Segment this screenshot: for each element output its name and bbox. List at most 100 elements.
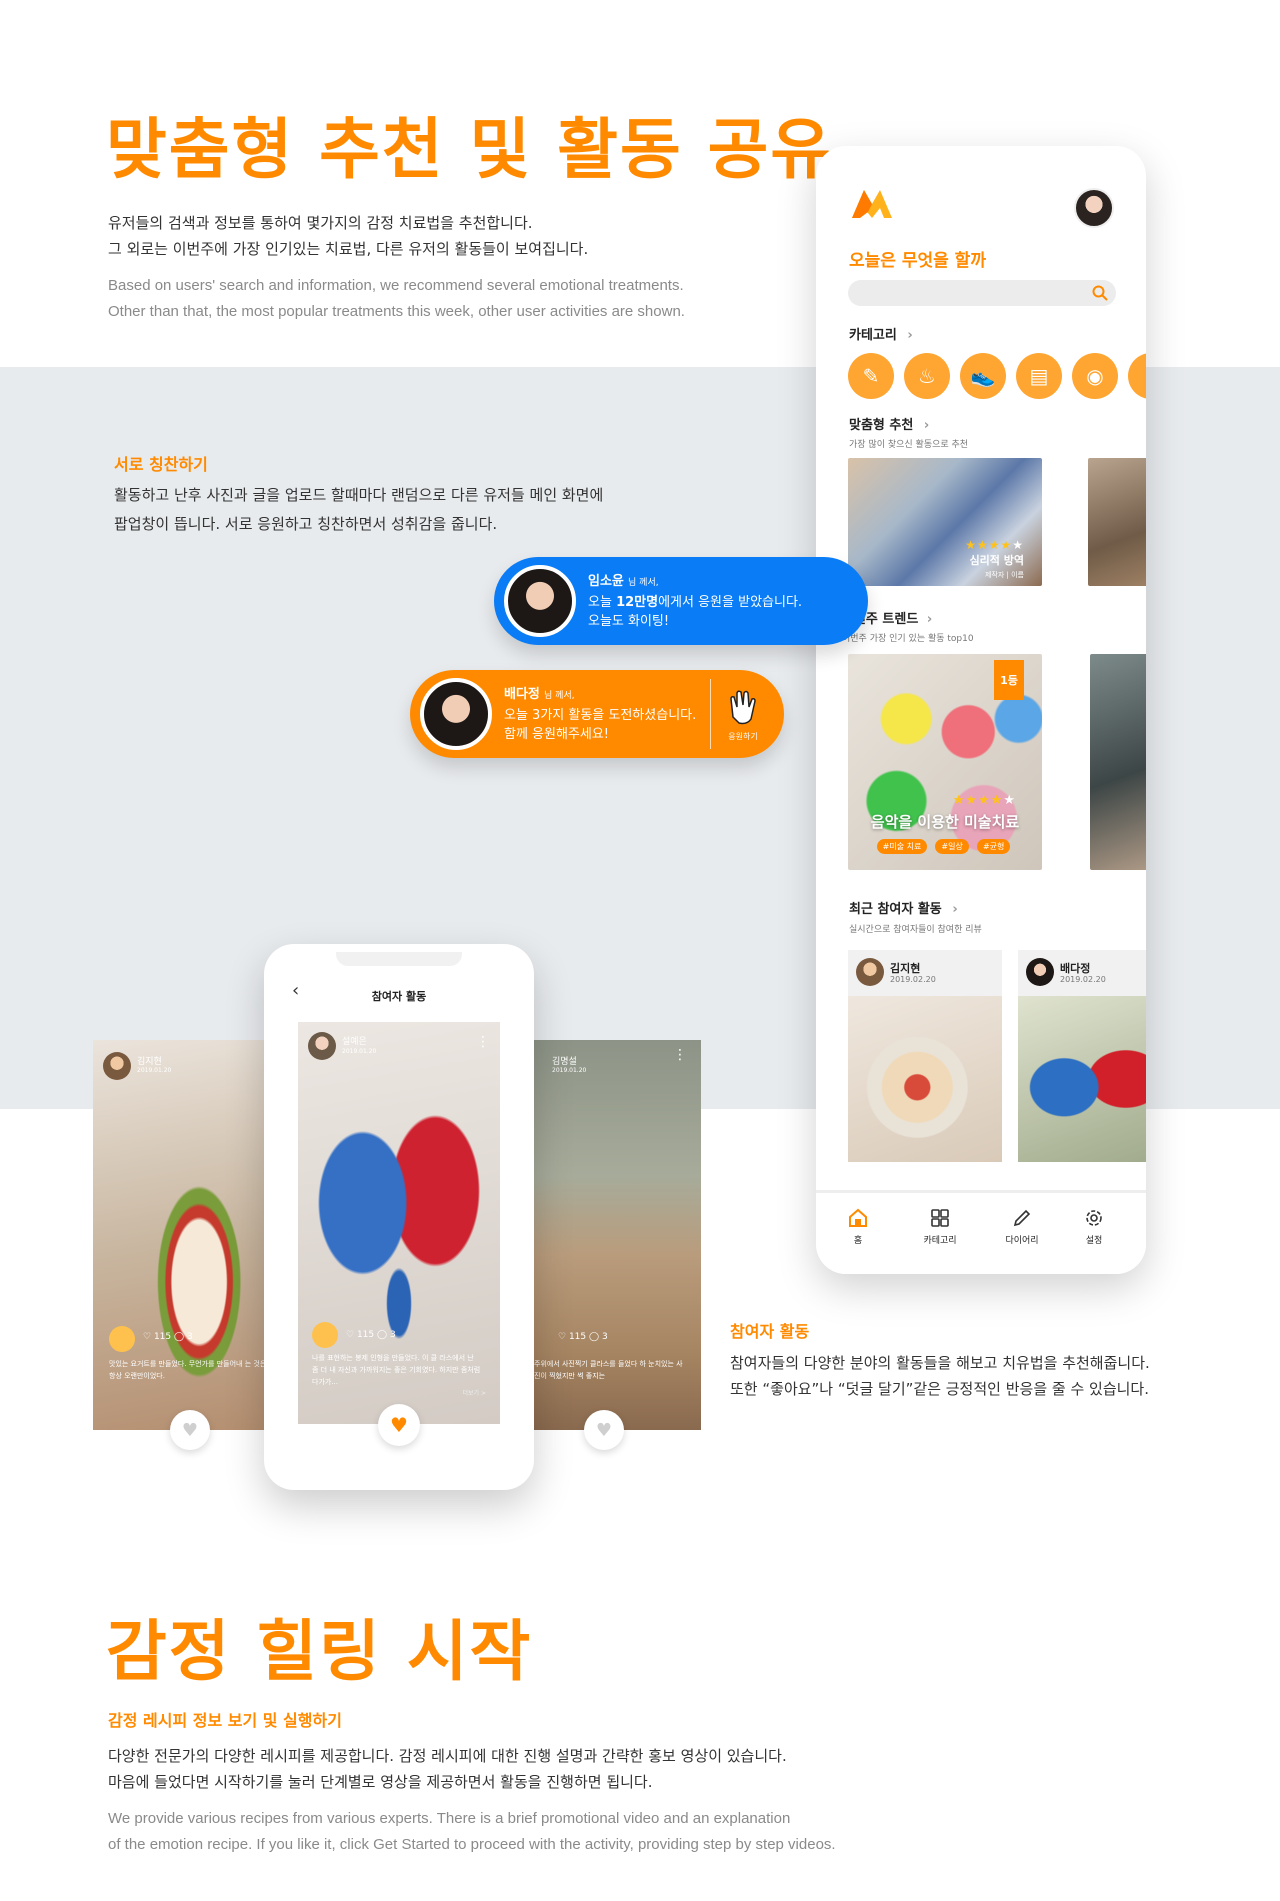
nav-category[interactable]: 카테고리 [912,1207,968,1246]
clap-hands-icon [730,689,756,724]
tag-chip[interactable]: #일상 [935,839,969,854]
desc-line: 또한 “좋아요”나 “덧글 달기”같은 긍정적인 반응을 줄 수 있습니다. [730,1380,1149,1398]
user-name: 김명설 [552,1057,577,1067]
feed-card-right[interactable]: 김명설 2019.01.20 ⋮ ♡ 115 ◯ 3 주위에서 사진찍기 클라스… [508,1040,701,1430]
popup-text: 오늘도 화이팅! [588,613,670,629]
tag-chip[interactable]: #미술 치료 [876,839,928,854]
comment-count: 3 [601,1332,608,1342]
feed-card-center[interactable]: 설예은 2019.01.20 ⋮ ♡ 115 ◯ 3 나를 표현하는 봉제 인형… [298,1022,500,1424]
chevron-right-icon: › [907,328,913,343]
cheer-popup-blue[interactable]: 임소윤 님 께서, 오늘 12만명에게서 응원을 받았습니다. 오늘도 화이팅! [494,557,868,645]
recent-photo [848,996,1002,1162]
heart-icon[interactable]: ♡ [143,1332,151,1342]
category-header[interactable]: 카테고리 › [849,324,913,343]
profile-avatar[interactable] [1074,188,1114,228]
post-date: 2019.02.20 [1060,975,1106,984]
desc-line: 마음에 들었다면 시작하기를 눌러 단계별로 영상을 제공하면서 활동을 진행하… [108,1773,653,1791]
section2-desc-en: We provide various recipes from various … [108,1806,836,1858]
section2-desc-ko: 다양한 전문가의 다양한 레시피를 제공합니다. 감정 레시피에 대한 진행 설… [108,1743,787,1795]
praise-title: 서로 칭찬하기 [114,455,208,474]
greeting-title: 오늘은 무엇을 할까 [849,251,986,271]
chef-hat-icon[interactable]: ♨ [904,353,950,399]
cheer-popup-orange[interactable]: 배다정 님 께서, 오늘 3가지 활동을 도전하셨습니다. 함께 응원해주세요!… [410,670,784,758]
heart-icon[interactable]: ♡ [346,1330,354,1340]
nav-label: 카테고리 [923,1236,957,1246]
rec-card-title: 심리적 방역 [969,554,1024,567]
tag-chip[interactable]: #균형 [976,839,1011,854]
recent-label: 최근 참여자 활동 [849,902,942,917]
comment-icon[interactable]: ◯ [589,1332,599,1342]
more-options-icon[interactable]: ⋮ [673,1048,687,1062]
popup-text: 에게서 응원을 받았습니다. [658,594,803,610]
comment-count: 3 [186,1332,193,1342]
like-count: 115 [356,1330,375,1340]
post-date: 2019.01.20 [137,1067,172,1074]
desc-line: 그 외로는 이번주에 가장 인기있는 치료법, 다른 유저의 활동들이 보여집니… [108,240,589,258]
like-count: 115 [568,1332,587,1342]
recent-photo [1018,996,1146,1162]
popup-message: 배다정 님 께서, 오늘 3가지 활동을 도전하셨습니다. 함께 응원해주세요! [504,685,704,744]
chevron-right-icon: › [923,418,930,433]
palette-icon[interactable]: ✎ [848,353,894,399]
search-input[interactable] [848,280,1116,306]
emoji-icon [109,1326,135,1352]
grid-icon [931,1209,949,1227]
search-icon[interactable] [1092,285,1108,301]
post-text: 나를 표현하는 봉제 인형을 만들었다. 이 클 라스에서 난 좀 더 내 자신… [312,1354,481,1386]
recent-header[interactable]: 최근 참여자 활동 › [849,898,958,917]
rec-header[interactable]: 맞춤형 추천 › [849,414,929,433]
radio-icon[interactable]: ◉ [1072,353,1118,399]
nav-settings[interactable]: 설정 [1074,1207,1114,1246]
avatar [103,1052,131,1080]
desc-line: 참여자들의 다양한 분야의 활동들을 해보고 치유법을 추천해줍니다. [730,1354,1150,1372]
trend-tags: #미술 치료 #일상 #균형 [848,834,1042,854]
like-button-active[interactable]: ♥ [378,1404,420,1446]
settings-icon [1086,1210,1102,1226]
comment-icon[interactable]: ◯ [174,1332,184,1342]
rec-card-next[interactable] [1088,458,1146,586]
more-options-icon[interactable]: ⋮ [476,1034,490,1050]
heart-icon[interactable]: ♡ [558,1332,566,1342]
running-shoe-icon[interactable]: 👟 [960,353,1006,399]
book-icon[interactable]: ▤ [1016,353,1062,399]
reaction-row: ♡ 115 ◯ 3 [558,1332,608,1342]
recent-card[interactable]: 배다정 2019.02.20 [1018,950,1146,1162]
rec-label: 맞춤형 추천 [849,418,914,433]
popup-name: 임소윤 [588,573,624,589]
participant-desc: 참여자들의 다양한 분야의 활동들을 해보고 치유법을 추천해줍니다. 또한 “… [730,1350,1150,1402]
chevron-right-icon: › [926,612,933,627]
more-link[interactable]: 더보기 > [463,1388,487,1397]
cheer-button[interactable]: 응원하기 [711,687,775,742]
nav-home[interactable]: 홈 [838,1207,878,1246]
popup-suffix: 님 께서, [628,577,659,588]
trend-subtitle: 이번주 가장 인기 있는 활동 top10 [842,634,974,644]
trend-card[interactable]: 1등 ★★★★★ 음악을 이용한 미술치료 #미술 치료 #일상 #균형 [848,654,1042,870]
rec-subtitle: 가장 많이 찾으신 활동으로 추천 [849,440,969,450]
rec-card[interactable]: ★★★★★ 심리적 방역 제작자 | 이름 [848,458,1042,586]
popup-message: 임소윤 님 께서, 오늘 12만명에게서 응원을 받았습니다. 오늘도 화이팅! [588,572,802,631]
trend-card-next[interactable] [1090,654,1146,870]
popup-text: 오늘 3가지 활동을 도전하셨습니다. [504,707,697,723]
trend-card-title: 음악을 이용한 미술치료 [870,813,1020,831]
like-button[interactable]: ♥ [584,1410,624,1450]
chevron-right-icon: › [952,902,958,917]
avatar [420,678,492,750]
nav-diary[interactable]: 다이어리 [994,1207,1050,1246]
bottom-nav: 홈 카테고리 다이어리 설정 [816,1190,1146,1274]
rating-stars: ★★★★★ [952,793,1016,808]
rank-badge-label: 1등 [1000,674,1018,687]
phone-notch [336,952,462,966]
comment-icon[interactable]: ◯ [377,1330,387,1340]
section-title-healing: 감정 힐링 시작 [106,1613,533,1690]
app-logo-icon [852,190,892,218]
section-title-recommend: 맞춤형 추천 및 활동 공유 [106,111,834,188]
nav-label: 설정 [1085,1236,1103,1246]
recent-card[interactable]: 김지현 2019.02.20 [848,950,1002,1162]
like-count: 115 [153,1332,172,1342]
popup-text: 오늘 [588,594,617,610]
section-desc-ko: 유저들의 검색과 정보를 통하여 몇가지의 감정 치료법을 추천합니다. 그 외… [108,210,588,262]
feed-card-left[interactable]: 김지현 2019.01.20 ♡ 115 ◯ 3 맛있는 요거트를 만들었다. … [93,1040,286,1430]
like-button[interactable]: ♥ [170,1410,210,1450]
music-note-icon[interactable]: ♪ [1128,353,1146,399]
desc-line: Other than that, the most popular treatm… [108,303,685,320]
